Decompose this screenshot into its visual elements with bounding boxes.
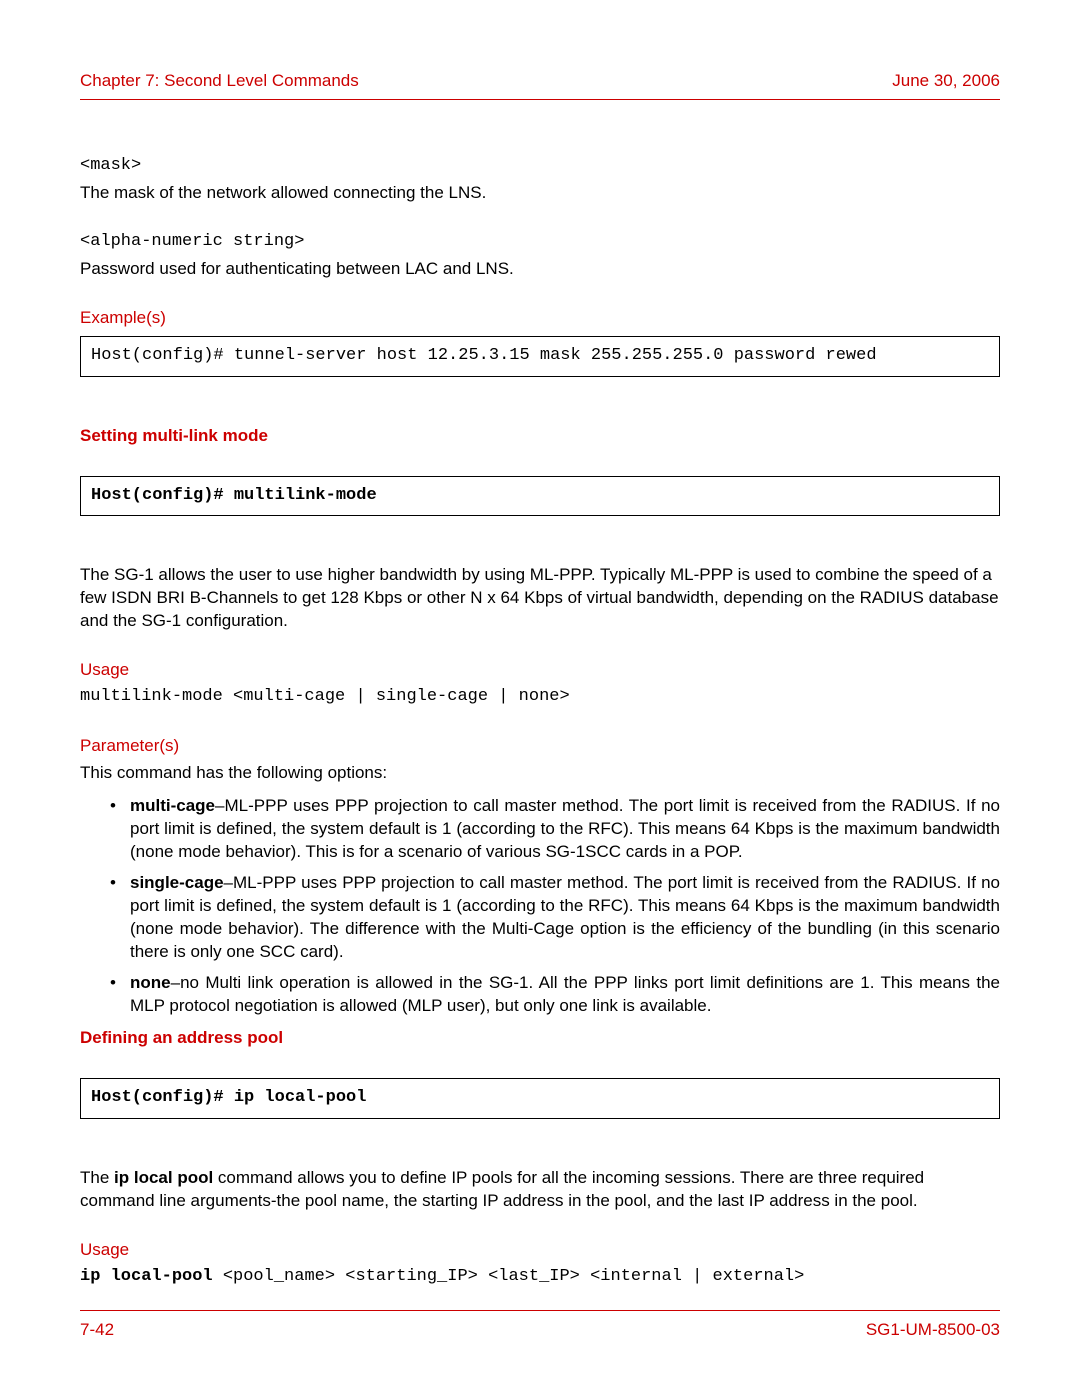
usage-line-2: ip local-pool <pool_name> <starting_IP> … xyxy=(80,1266,1000,1289)
usage-bold: ip local-pool xyxy=(80,1267,213,1286)
parameters-heading: Parameter(s) xyxy=(80,735,1000,758)
page-header: Chapter 7: Second Level Commands June 30… xyxy=(80,70,1000,100)
section-multilink-box: Host(config)# multilink-mode xyxy=(80,476,1000,517)
usage-line-1: multilink-mode <multi-cage | single-cage… xyxy=(80,686,1000,709)
section-addrpool-paragraph: The ip local pool command allows you to … xyxy=(80,1167,1000,1213)
list-item: single-cage–ML-PPP uses PPP projection t… xyxy=(130,872,1000,964)
header-chapter: Chapter 7: Second Level Commands xyxy=(80,70,359,93)
bullet-term: single-cage xyxy=(130,873,224,892)
section-addrpool-box: Host(config)# ip local-pool xyxy=(80,1078,1000,1119)
alpha-tag: <alpha-numeric string> xyxy=(80,231,1000,254)
page: Chapter 7: Second Level Commands June 30… xyxy=(0,0,1080,1397)
para-prefix: The xyxy=(80,1168,114,1187)
bullet-term: none xyxy=(130,973,171,992)
footer-page-number: 7-42 xyxy=(80,1319,114,1342)
mask-tag: <mask> xyxy=(80,155,1000,178)
examples-box: Host(config)# tunnel-server host 12.25.3… xyxy=(80,336,1000,377)
usage-rest: <pool_name> <starting_IP> <last_IP> <int… xyxy=(213,1267,805,1286)
section-addrpool-heading: Defining an address pool xyxy=(80,1027,1000,1050)
page-footer: 7-42 SG1-UM-8500-03 xyxy=(80,1310,1000,1342)
bullet-text: –no Multi link operation is allowed in t… xyxy=(130,973,1000,1015)
mask-desc: The mask of the network allowed connecti… xyxy=(80,182,1000,205)
bullet-term: multi-cage xyxy=(130,796,215,815)
parameters-intro: This command has the following options: xyxy=(80,762,1000,785)
bullet-text: –ML-PPP uses PPP projection to call mast… xyxy=(130,796,1000,861)
list-item: none–no Multi link operation is allowed … xyxy=(130,972,1000,1018)
usage-heading-2: Usage xyxy=(80,1239,1000,1262)
alpha-desc: Password used for authenticating between… xyxy=(80,258,1000,281)
examples-heading: Example(s) xyxy=(80,307,1000,330)
section-multilink-paragraph: The SG-1 allows the user to use higher b… xyxy=(80,564,1000,633)
parameters-list: multi-cage–ML-PPP uses PPP projection to… xyxy=(80,795,1000,1017)
list-item: multi-cage–ML-PPP uses PPP projection to… xyxy=(130,795,1000,864)
header-date: June 30, 2006 xyxy=(892,70,1000,93)
footer-doc-id: SG1-UM-8500-03 xyxy=(866,1319,1000,1342)
bullet-text: –ML-PPP uses PPP projection to call mast… xyxy=(130,873,1000,961)
usage-heading-1: Usage xyxy=(80,659,1000,682)
section-multilink-heading: Setting multi-link mode xyxy=(80,425,1000,448)
para-bold: ip local pool xyxy=(114,1168,213,1187)
